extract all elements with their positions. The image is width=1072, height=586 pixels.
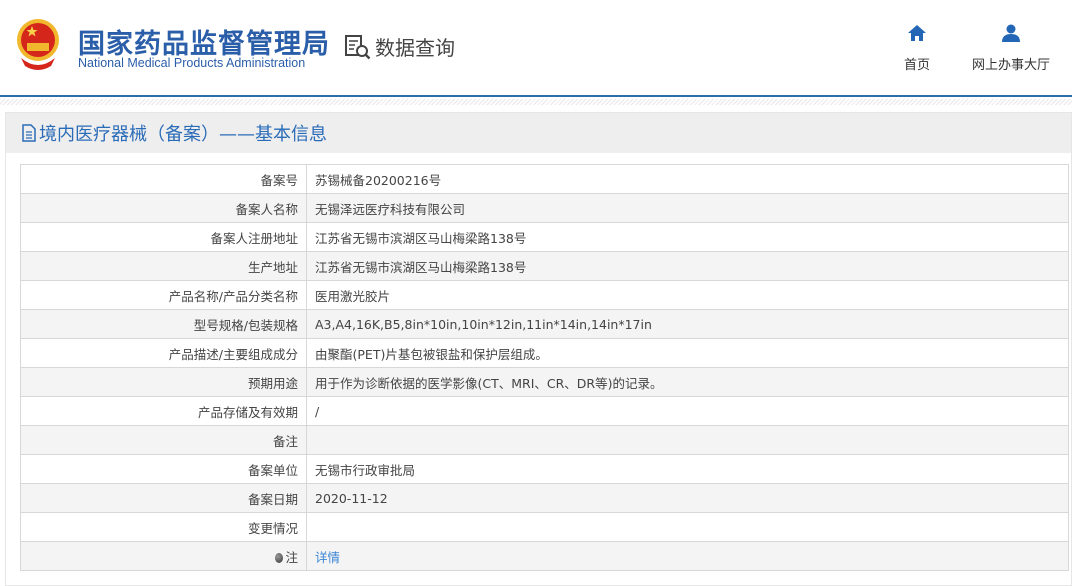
row-value: 医用激光胶片 [306, 280, 1069, 310]
row-label: 产品描述/主要组成成分 [20, 338, 307, 368]
row-value[interactable]: 详情 [306, 541, 1069, 571]
row-value-text: / [315, 403, 320, 419]
row-value: 江苏省无锡市滨湖区马山梅梁路138号 [306, 222, 1069, 252]
info-panel: 境内医疗器械（备案）——基本信息 备案号 苏锡械备20200216号 备案人名称 无锡… [5, 112, 1072, 586]
row-value: 2020-11-12 [306, 483, 1069, 513]
logo-subtitle: National Medical Products Administration [78, 56, 306, 70]
table-row: 产品存储及有效期 / [20, 396, 1069, 426]
row-value: 苏锡械备20200216号 [306, 164, 1069, 194]
document-icon [22, 124, 36, 142]
row-label-text: 备案人注册地址 [210, 230, 298, 246]
nav-home[interactable]: 首页 [904, 24, 930, 73]
row-label-text: 产品描述/主要组成成分 [168, 346, 298, 362]
table-row: 生产地址 江苏省无锡市滨湖区马山梅梁路138号 [20, 251, 1069, 281]
table-row: 注 详情 [20, 541, 1069, 571]
row-value: 无锡泽远医疗科技有限公司 [306, 193, 1069, 223]
row-value-text: 无锡市行政审批局 [315, 462, 416, 478]
panel-title: 境内医疗器械（备案）——基本信息 [39, 124, 327, 145]
row-label-text: 预期用途 [247, 375, 298, 391]
row-label-text: 变更情况 [247, 520, 298, 536]
row-value [306, 425, 1069, 455]
row-value-text: 2020-11-12 [315, 490, 388, 506]
row-value: 无锡市行政审批局 [306, 454, 1069, 484]
row-value-text: 用于作为诊断依据的医学影像(CT、MRI、CR、DR等)的记录。 [315, 375, 663, 391]
row-value: / [306, 396, 1069, 426]
row-label-text: 备案号 [260, 172, 298, 188]
data-query-link[interactable]: 数据查询 [344, 32, 455, 61]
nav-home-label: 首页 [904, 58, 931, 73]
row-value: A3,A4,16K,B5,8in*10in,10in*12in,11in*14i… [306, 309, 1069, 339]
row-label: 产品存储及有效期 [20, 396, 307, 426]
row-value-text: 江苏省无锡市滨湖区马山梅梁路138号 [315, 230, 527, 246]
document-search-icon [345, 34, 371, 59]
nav-online-service-label: 网上办事大厅 [972, 58, 1051, 73]
row-label: 备案单位 [20, 454, 307, 484]
site-header: 国家药品监督管理局 National Medical Products Admi… [0, 0, 1072, 97]
row-value-text: 由聚酯(PET)片基包被银盐和保护层组成。 [315, 346, 548, 362]
row-value-text: 苏锡械备20200216号 [315, 172, 442, 188]
row-value: 用于作为诊断依据的医学影像(CT、MRI、CR、DR等)的记录。 [306, 367, 1069, 397]
row-label-text: 注 [285, 549, 298, 565]
row-label: 备案人注册地址 [20, 222, 307, 252]
row-label: 变更情况 [20, 512, 307, 542]
national-emblem-icon [17, 19, 59, 70]
table-row: 产品描述/主要组成成分 由聚酯(PET)片基包被银盐和保护层组成。 [20, 338, 1069, 368]
table-row: 预期用途 用于作为诊断依据的医学影像(CT、MRI、CR、DR等)的记录。 [20, 367, 1069, 397]
pin-icon [275, 552, 284, 563]
table-row: 备案人名称 无锡泽远医疗科技有限公司 [20, 193, 1069, 223]
details-link[interactable]: 详情 [315, 550, 340, 565]
panel-header: 境内医疗器械（备案）——基本信息 [6, 113, 1071, 153]
row-label: 备案人名称 [20, 193, 307, 223]
table-row: 备案人注册地址 江苏省无锡市滨湖区马山梅梁路138号 [20, 222, 1069, 252]
info-table: 备案号 苏锡械备20200216号备案人名称 无锡泽远医疗科技有限公司备案人注册地址… [20, 164, 1069, 571]
row-label: 预期用途 [20, 367, 307, 397]
row-label-text: 备案人名称 [235, 201, 298, 217]
table-row: 备案日期 2020-11-12 [20, 483, 1069, 513]
row-value [306, 512, 1069, 542]
table-row: 型号规格/包装规格 A3,A4,16K,B5,8in*10in,10in*12in… [20, 309, 1069, 339]
row-label-text: 产品存储及有效期 [197, 404, 298, 420]
row-label: 备案号 [20, 164, 307, 194]
row-label-text: 生产地址 [247, 259, 298, 275]
table-row: 备注 [20, 425, 1069, 455]
table-row: 备案号 苏锡械备20200216号 [20, 164, 1069, 194]
row-value-text: 无锡泽远医疗科技有限公司 [315, 201, 466, 217]
nav-online-service[interactable]: 网上办事大厅 [972, 24, 1050, 73]
data-query-label: 数据查询 [375, 36, 455, 60]
row-label: 生产地址 [20, 251, 307, 281]
table-row: 产品名称/产品分类名称 医用激光胶片 [20, 280, 1069, 310]
home-icon [908, 25, 926, 41]
table-row: 变更情况 [20, 512, 1069, 542]
row-label-text: 备案单位 [247, 462, 298, 478]
row-value: 江苏省无锡市滨湖区马山梅梁路138号 [306, 251, 1069, 281]
user-icon [1002, 24, 1020, 42]
row-label-text: 备案日期 [247, 491, 298, 507]
row-label: 型号规格/包装规格 [20, 309, 307, 339]
row-value-text: 江苏省无锡市滨湖区马山梅梁路138号 [315, 259, 527, 275]
row-label-text: 产品名称/产品分类名称 [168, 288, 298, 304]
row-value-text: 医用激光胶片 [315, 288, 391, 304]
row-label: 产品名称/产品分类名称 [20, 280, 307, 310]
row-label: 注 [20, 541, 307, 571]
row-label-text: 型号规格/包装规格 [193, 317, 298, 333]
row-label: 备注 [20, 425, 307, 455]
row-value-text: A3,A4,16K,B5,8in*10in,10in*12in,11in*14i… [315, 316, 652, 332]
row-label: 备案日期 [20, 483, 307, 513]
divider [0, 99, 1072, 105]
row-value: 由聚酯(PET)片基包被银盐和保护层组成。 [306, 338, 1069, 368]
row-label-text: 备注 [272, 433, 298, 449]
table-row: 备案单位 无锡市行政审批局 [20, 454, 1069, 484]
